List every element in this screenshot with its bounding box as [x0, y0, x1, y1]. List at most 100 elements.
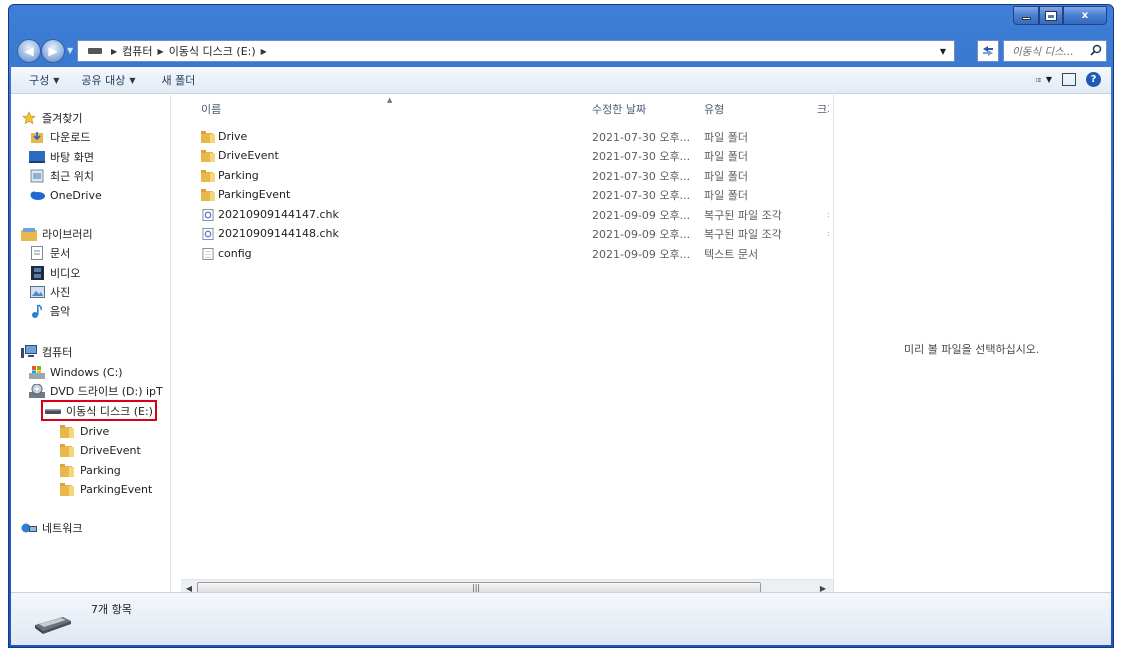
arrow-right-icon: ▶ [48, 44, 58, 58]
nav-label: 문서 [50, 247, 71, 260]
file-name: DriveEvent [218, 149, 279, 162]
column-size-label: 크기 [817, 103, 829, 116]
maximize-button[interactable] [1039, 6, 1063, 25]
nav-onedrive[interactable]: OneDrive [29, 186, 102, 204]
chevron-right-icon[interactable]: ▶ [111, 47, 117, 56]
file-date: 2021-09-09 오후... [592, 227, 691, 241]
chevron-right-icon[interactable]: ▶ [158, 47, 164, 56]
nav-label: 라이브러리 [42, 228, 93, 241]
chevron-right-icon[interactable]: ▶ [261, 47, 267, 56]
nav-label: 비디오 [50, 267, 81, 280]
change-view-button[interactable]: ▼ [1036, 73, 1052, 87]
explorer-window: x ◀ ▶ ▼ ▶ 컴퓨터 ▶ 이동식 디스크 (E:) ▶ ▼ 이동식 디스.… [8, 4, 1114, 648]
breadcrumb-computer[interactable]: 컴퓨터 [122, 43, 152, 59]
preview-pane-button[interactable] [1062, 73, 1076, 86]
file-row[interactable]: Drive 2021-07-30 오후... 파일 폴더 [181, 127, 821, 146]
star-icon [21, 111, 37, 125]
breadcrumb: ▶ 컴퓨터 ▶ 이동식 디스크 (E:) ▶ [106, 43, 272, 59]
nav-label: Parking [80, 463, 121, 477]
column-name-header[interactable]: 이름 [201, 101, 221, 117]
forward-button[interactable]: ▶ [41, 39, 65, 63]
file-date: 2021-07-30 오후... [592, 130, 691, 144]
file-type: 복구된 파일 조각 [704, 208, 782, 222]
nav-desktop[interactable]: 바탕 화면 [29, 148, 94, 166]
explorer-content: 구성 ▼ 공유 대상 ▼ 새 폴더 ▼ ? 즐겨찾기 다운로드 바탕 화면 최근… [11, 67, 1111, 645]
refresh-icon [983, 46, 993, 56]
new-folder-label: 새 폴더 [161, 74, 196, 87]
cloud-icon [29, 188, 45, 202]
nav-windows-c[interactable]: Windows (C:) [29, 363, 123, 381]
nav-dvd-d[interactable]: DVD 드라이브 (D:) ipT [29, 382, 163, 400]
nav-folder-driveevent[interactable]: DriveEvent [59, 441, 141, 459]
removable-drive-icon [45, 404, 61, 418]
help-icon[interactable]: ? [1086, 72, 1101, 87]
recent-pages-dropdown[interactable]: ▼ [67, 46, 75, 55]
column-size-header[interactable]: 크기 [817, 101, 829, 117]
view-list-icon [1036, 77, 1041, 82]
new-folder-button[interactable]: 새 폴더 [162, 72, 196, 88]
search-icon[interactable] [1090, 44, 1102, 56]
file-date: 2021-09-09 오후... [592, 247, 691, 261]
nav-label: 사진 [50, 286, 71, 299]
file-row[interactable]: ParkingEvent 2021-07-30 오후... 파일 폴더 [181, 185, 821, 204]
nav-recent[interactable]: 최근 위치 [29, 167, 94, 185]
picture-icon [29, 285, 45, 299]
computer-icon [21, 345, 37, 359]
minimize-button[interactable] [1013, 6, 1039, 25]
nav-network[interactable]: 네트워크 [21, 519, 82, 537]
item-count: 7개 항목 [91, 603, 132, 616]
file-row[interactable]: Parking 2021-07-30 오후... 파일 폴더 [181, 166, 821, 185]
file-type: 파일 폴더 [704, 149, 748, 163]
column-type-header[interactable]: 유형 [704, 101, 724, 117]
nav-removable-e[interactable]: 이동식 디스크 (E:) [41, 400, 157, 421]
back-button[interactable]: ◀ [17, 39, 41, 63]
file-type: 파일 폴더 [704, 130, 748, 144]
nav-downloads[interactable]: 다운로드 [29, 128, 90, 146]
chevron-down-icon: ▼ [129, 75, 136, 85]
folder-icon [59, 424, 75, 438]
column-modified-header[interactable]: 수정한 날짜 [592, 101, 646, 117]
minimize-icon [1021, 17, 1031, 20]
close-button[interactable]: x [1063, 6, 1107, 25]
search-input[interactable]: 이동식 디스... [1003, 40, 1107, 62]
folder-icon [59, 443, 75, 457]
column-type-label: 유형 [704, 103, 725, 116]
refresh-button[interactable] [977, 40, 999, 62]
file-type: 파일 폴더 [704, 169, 748, 183]
text-file-icon [202, 247, 214, 260]
share-menu[interactable]: 공유 대상 ▼ [81, 72, 135, 88]
nav-libraries[interactable]: 라이브러리 [21, 225, 93, 243]
address-bar[interactable]: ▶ 컴퓨터 ▶ 이동식 디스크 (E:) ▶ ▼ [77, 40, 955, 62]
file-row[interactable]: config 2021-09-09 오후... 텍스트 문서 [181, 244, 821, 263]
nav-folder-drive[interactable]: Drive [59, 422, 109, 440]
nav-documents[interactable]: 문서 [29, 244, 70, 262]
file-row[interactable]: DriveEvent 2021-07-30 오후... 파일 폴더 [181, 146, 821, 165]
folder-icon [59, 463, 75, 477]
nav-favorites[interactable]: 즐겨찾기 [21, 109, 82, 127]
nav-folder-parkingevent[interactable]: ParkingEvent [59, 480, 152, 498]
nav-computer[interactable]: 컴퓨터 [21, 343, 72, 361]
nav-videos[interactable]: 비디오 [29, 264, 80, 282]
nav-label: 즐겨찾기 [42, 112, 83, 125]
breadcrumb-removable-disk[interactable]: 이동식 디스크 (E:) [169, 43, 256, 59]
address-dropdown-button[interactable]: ▼ [936, 41, 950, 61]
nav-label: DriveEvent [80, 443, 141, 457]
music-icon [29, 304, 45, 318]
download-icon [29, 130, 45, 144]
navigation-pane[interactable]: 즐겨찾기 다운로드 바탕 화면 최근 위치 OneDrive 라이브러리 문서 … [11, 95, 171, 592]
caption-buttons: x [1013, 6, 1107, 25]
nav-folder-parking[interactable]: Parking [59, 461, 121, 479]
chevron-down-icon: ▼ [53, 75, 60, 85]
file-row[interactable]: 20210909144148.chk 2021-09-09 오후... 복구된 … [181, 224, 830, 243]
grip-icon: ||| [472, 583, 481, 592]
nav-pictures[interactable]: 사진 [29, 283, 70, 301]
nav-label: OneDrive [50, 188, 102, 202]
sort-ascending-icon: ▲ [387, 96, 393, 104]
file-list[interactable]: 이름 ▲ 수정한 날짜 유형 크기 Drive 2021-07-30 오후...… [181, 95, 831, 592]
removable-drive-icon [35, 617, 71, 634]
organize-menu[interactable]: 구성 ▼ [29, 72, 59, 88]
view-controls: ▼ ? [1036, 72, 1101, 87]
details-pane: 7개 항목 [11, 592, 1111, 645]
file-row[interactable]: 20210909144147.chk 2021-09-09 오후... 복구된 … [181, 205, 830, 224]
nav-music[interactable]: 음악 [29, 302, 70, 320]
